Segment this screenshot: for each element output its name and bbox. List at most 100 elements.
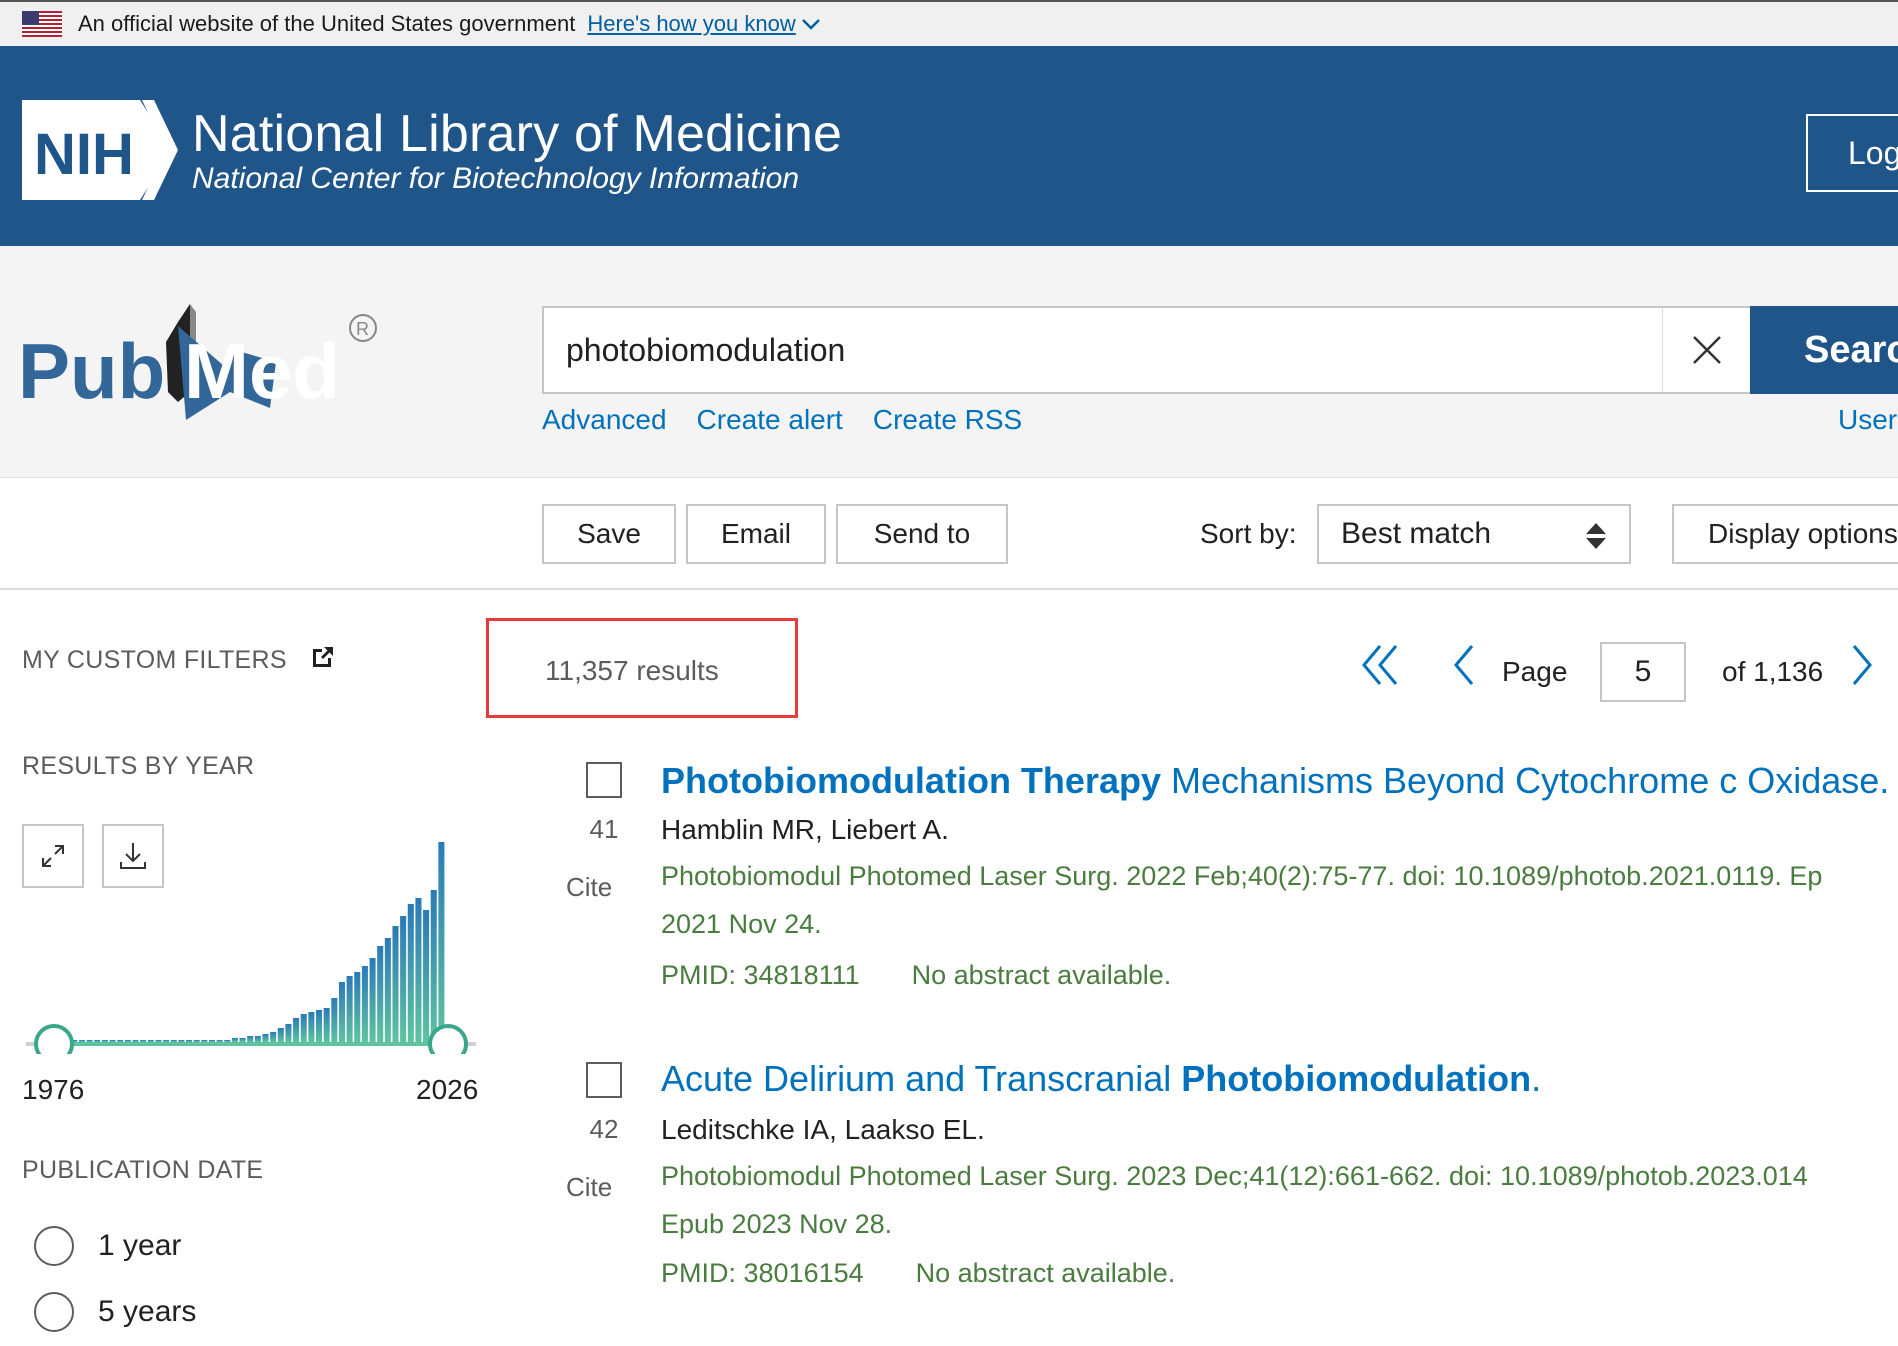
nih-title[interactable]: National Library of Medicine: [192, 104, 842, 164]
year-slider-end-handle[interactable]: [428, 1024, 468, 1054]
results-by-year-chart[interactable]: [0, 818, 480, 1054]
date-option-label: 1 year: [98, 1229, 182, 1262]
result-citation: Photobiomodul Photomed Laser Surg. 2023 …: [661, 1152, 1898, 1248]
year-bar[interactable]: [430, 890, 437, 1042]
year-bar[interactable]: [331, 998, 338, 1042]
first-page-button[interactable]: [1358, 640, 1402, 690]
date-option-1-year[interactable]: 1 year: [34, 1226, 181, 1266]
year-bar[interactable]: [285, 1024, 292, 1042]
result-authors: Hamblin MR, Liebert A.: [661, 814, 949, 845]
how-you-know-link[interactable]: Here's how you know: [587, 11, 820, 37]
year-bar[interactable]: [239, 1038, 246, 1042]
result-title-link[interactable]: Photobiomodulation Therapy Mechanisms Be…: [661, 760, 1889, 802]
year-bar[interactable]: [361, 966, 368, 1042]
year-bar[interactable]: [423, 910, 430, 1042]
year-bar[interactable]: [316, 1010, 323, 1042]
year-slider-start-handle[interactable]: [34, 1024, 74, 1054]
custom-filters-label: MY CUSTOM FILTERS: [22, 646, 287, 674]
year-bar[interactable]: [338, 982, 345, 1042]
year-bar[interactable]: [132, 1040, 139, 1042]
year-bar[interactable]: [300, 1014, 307, 1042]
year-bar[interactable]: [117, 1040, 124, 1042]
year-bar[interactable]: [254, 1036, 261, 1042]
year-bar[interactable]: [78, 1040, 85, 1042]
year-bar[interactable]: [101, 1040, 108, 1042]
year-bar[interactable]: [407, 904, 414, 1042]
date-option-5-years[interactable]: 5 years: [34, 1292, 196, 1332]
year-bar[interactable]: [392, 926, 399, 1042]
year-bar[interactable]: [124, 1040, 131, 1042]
page-number-input[interactable]: 5: [1600, 642, 1686, 702]
nih-header: NIH National Library of Medicine Nationa…: [0, 46, 1898, 246]
advanced-link[interactable]: Advanced: [542, 404, 667, 436]
year-bar[interactable]: [147, 1040, 154, 1042]
citation-line: Photobiomodul Photomed Laser Surg. 2022 …: [661, 861, 1823, 891]
radio-button[interactable]: [34, 1292, 74, 1332]
create-rss-link[interactable]: Create RSS: [873, 404, 1022, 436]
year-bar[interactable]: [216, 1040, 223, 1042]
year-bar[interactable]: [293, 1018, 300, 1042]
result-pmid: PMID: 38016154 No abstract available.: [661, 1258, 1175, 1289]
login-button[interactable]: Log: [1806, 114, 1898, 192]
us-flag-icon: [22, 11, 62, 37]
year-bar[interactable]: [193, 1040, 200, 1042]
nih-logo[interactable]: NIH: [22, 100, 178, 200]
year-bar[interactable]: [308, 1012, 315, 1042]
custom-filters-heading[interactable]: MY CUSTOM FILTERS: [22, 644, 336, 675]
year-bar[interactable]: [346, 976, 353, 1042]
year-bar[interactable]: [354, 972, 361, 1042]
result-title-text: Acute Delirium and Transcranial: [661, 1058, 1182, 1099]
year-bar[interactable]: [270, 1032, 277, 1042]
result-title-link[interactable]: Acute Delirium and Transcranial Photobio…: [661, 1058, 1541, 1100]
svg-text:R: R: [356, 319, 369, 339]
year-bar[interactable]: [170, 1040, 177, 1042]
year-bar[interactable]: [224, 1040, 231, 1042]
previous-page-button[interactable]: [1448, 640, 1478, 690]
year-bar[interactable]: [438, 842, 445, 1042]
user-guide-link[interactable]: User: [1838, 404, 1897, 436]
year-bar[interactable]: [140, 1040, 147, 1042]
sort-label: Sort by:: [1200, 518, 1297, 549]
sort-select[interactable]: Best match: [1317, 504, 1631, 564]
year-bar[interactable]: [163, 1040, 170, 1042]
result-title-end: .: [1531, 1058, 1542, 1099]
year-bar[interactable]: [94, 1040, 101, 1042]
year-bar[interactable]: [247, 1036, 254, 1042]
year-bar[interactable]: [231, 1038, 238, 1042]
clear-search-button[interactable]: [1662, 308, 1750, 392]
next-page-button[interactable]: [1848, 640, 1878, 690]
search-button[interactable]: Searc: [1750, 306, 1898, 394]
year-bar[interactable]: [262, 1034, 269, 1042]
year-bar[interactable]: [277, 1028, 284, 1042]
send-to-button[interactable]: Send to: [836, 504, 1008, 564]
year-bar[interactable]: [186, 1040, 193, 1042]
result-number: 41: [589, 814, 619, 844]
year-bar[interactable]: [86, 1040, 93, 1042]
create-alert-link[interactable]: Create alert: [697, 404, 843, 436]
pubmed-logo[interactable]: Pub Med R: [18, 292, 388, 422]
search-input[interactable]: [566, 308, 1656, 392]
year-bar[interactable]: [400, 916, 407, 1042]
result-checkbox[interactable]: [586, 1062, 622, 1098]
year-bar[interactable]: [384, 938, 391, 1042]
year-end-label: 2026: [416, 1074, 479, 1105]
result-checkbox[interactable]: [586, 762, 622, 798]
cite-button[interactable]: Cite: [566, 1172, 612, 1203]
pmid-value: PMID: 38016154: [661, 1258, 864, 1288]
year-bar[interactable]: [208, 1040, 215, 1042]
chevron-down-icon: [801, 19, 820, 30]
year-bar[interactable]: [178, 1040, 185, 1042]
radio-button[interactable]: [34, 1226, 74, 1266]
email-button[interactable]: Email: [686, 504, 826, 564]
year-bar[interactable]: [323, 1008, 330, 1042]
result-title-highlight: Photobiomodulation: [1181, 1058, 1532, 1099]
year-bar[interactable]: [109, 1040, 116, 1042]
cite-button[interactable]: Cite: [566, 872, 612, 903]
year-bar[interactable]: [415, 898, 422, 1042]
year-bar[interactable]: [377, 946, 384, 1042]
year-bar[interactable]: [369, 958, 376, 1042]
year-bar[interactable]: [201, 1040, 208, 1042]
year-bar[interactable]: [155, 1040, 162, 1042]
display-options-button[interactable]: Display options: [1672, 504, 1898, 564]
save-button[interactable]: Save: [542, 504, 676, 564]
